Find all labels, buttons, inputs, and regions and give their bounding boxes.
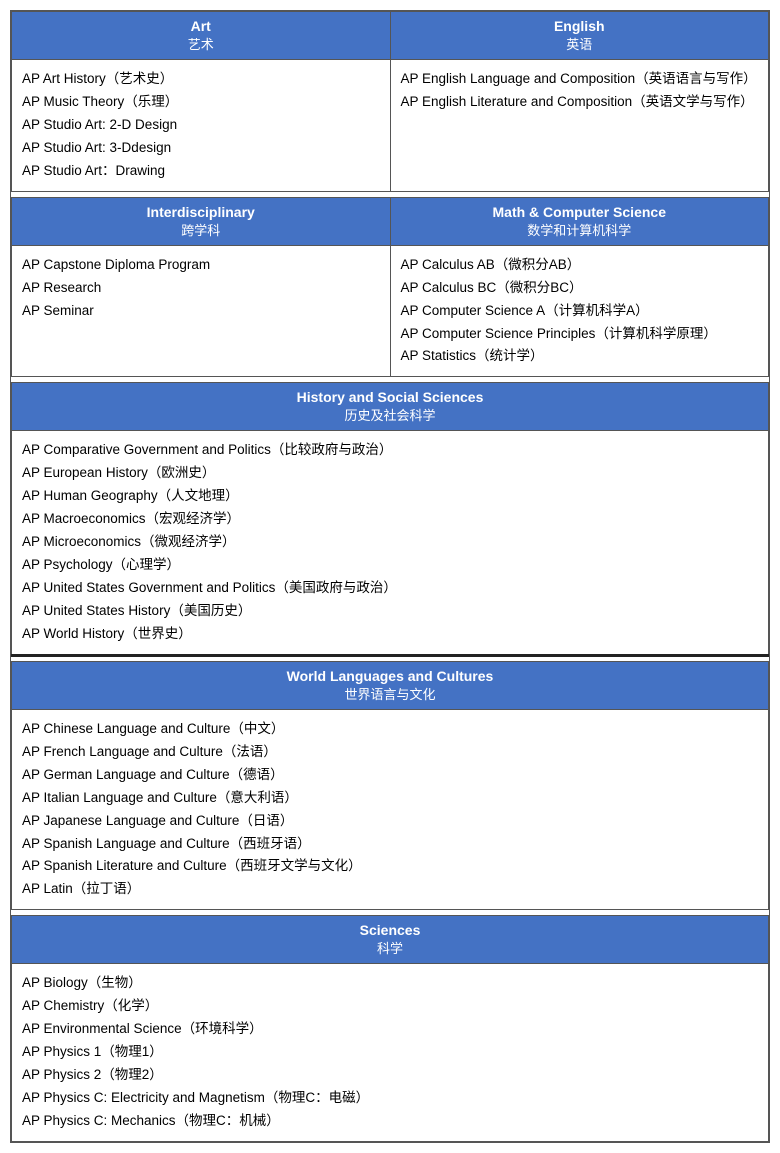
content-history: AP Comparative Government and Politics（比… xyxy=(12,431,769,655)
list-item: AP Spanish Language and Culture（西班牙语） xyxy=(22,833,758,856)
list-item: AP Physics 1（物理1） xyxy=(22,1041,758,1064)
math-cs-header-zh: 数学和计算机科学 xyxy=(399,220,761,239)
list-item: AP Music Theory（乐理） xyxy=(22,91,380,114)
english-header-en: English xyxy=(399,18,761,34)
art-header-zh: 艺术 xyxy=(20,34,382,53)
english-header-zh: 英语 xyxy=(399,34,761,53)
content-interdisciplinary-math: AP Capstone Diploma Program AP Research … xyxy=(12,245,769,377)
history-content: AP Comparative Government and Politics（比… xyxy=(12,431,769,655)
list-item: AP Physics 2（物理2） xyxy=(22,1064,758,1087)
list-item: AP Capstone Diploma Program xyxy=(22,254,380,277)
list-item: AP Italian Language and Culture（意大利语） xyxy=(22,787,758,810)
list-item: AP United States Government and Politics… xyxy=(22,577,758,600)
list-item: AP Chinese Language and Culture（中文） xyxy=(22,718,758,741)
list-item: AP Human Geography（人文地理） xyxy=(22,485,758,508)
list-item: AP Spanish Literature and Culture（西班牙文学与… xyxy=(22,855,758,878)
list-item: AP Computer Science Principles（计算机科学原理） xyxy=(401,323,759,346)
list-item: AP Seminar xyxy=(22,300,380,323)
interdisciplinary-header-en: Interdisciplinary xyxy=(20,204,382,220)
row-sciences-header: Sciences 科学 xyxy=(12,916,769,964)
header-math-cs: Math & Computer Science 数学和计算机科学 xyxy=(390,197,769,245)
list-item: AP Psychology（心理学） xyxy=(22,554,758,577)
content-world-languages: AP Chinese Language and Culture（中文） AP F… xyxy=(12,709,769,910)
math-cs-content: AP Calculus AB（微积分AB） AP Calculus BC（微积分… xyxy=(390,245,769,377)
row-art-english: Art 艺术 English 英语 xyxy=(12,12,769,60)
list-item: AP Microeconomics（微观经济学） xyxy=(22,531,758,554)
row-history-header: History and Social Sciences 历史及社会科学 xyxy=(12,383,769,431)
list-item: AP French Language and Culture（法语） xyxy=(22,741,758,764)
list-item: AP Art History（艺术史） xyxy=(22,68,380,91)
header-english: English 英语 xyxy=(390,12,769,60)
list-item: AP Physics C: Electricity and Magnetism（… xyxy=(22,1087,758,1110)
list-item: AP Chemistry（化学） xyxy=(22,995,758,1018)
content-sciences: AP Biology（生物） AP Chemistry（化学） AP Envir… xyxy=(12,964,769,1142)
header-art: Art 艺术 xyxy=(12,12,391,60)
list-item: AP Japanese Language and Culture（日语） xyxy=(22,810,758,833)
list-item: AP Comparative Government and Politics（比… xyxy=(22,439,758,462)
interdisciplinary-header-zh: 跨学科 xyxy=(20,220,382,239)
list-item: AP World History（世界史） xyxy=(22,623,758,646)
list-item: AP German Language and Culture（德语） xyxy=(22,764,758,787)
interdisciplinary-content: AP Capstone Diploma Program AP Research … xyxy=(12,245,391,377)
list-item: AP Latin（拉丁语） xyxy=(22,878,758,901)
sciences-header-zh: 科学 xyxy=(20,938,760,957)
row-interdisciplinary-math: Interdisciplinary 跨学科 Math & Computer Sc… xyxy=(12,197,769,245)
world-lang-header-en: World Languages and Cultures xyxy=(20,668,760,684)
sciences-content: AP Biology（生物） AP Chemistry（化学） AP Envir… xyxy=(12,964,769,1142)
sciences-header-en: Sciences xyxy=(20,922,760,938)
list-item: AP United States History（美国历史） xyxy=(22,600,758,623)
history-header-zh: 历史及社会科学 xyxy=(20,405,760,424)
header-interdisciplinary: Interdisciplinary 跨学科 xyxy=(12,197,391,245)
art-content: AP Art History（艺术史） AP Music Theory（乐理） … xyxy=(12,60,391,192)
list-item: AP Studio Art: 2-D Design xyxy=(22,114,380,137)
list-item: AP Biology（生物） xyxy=(22,972,758,995)
header-history: History and Social Sciences 历史及社会科学 xyxy=(12,383,769,431)
list-item: AP Statistics（统计学） xyxy=(401,345,759,368)
list-item: AP Studio Art：Drawing xyxy=(22,160,380,183)
list-item: AP Physics C: Mechanics（物理C：机械） xyxy=(22,1110,758,1133)
english-content: AP English Language and Composition（英语语言… xyxy=(390,60,769,192)
row-world-lang-header: World Languages and Cultures 世界语言与文化 xyxy=(12,661,769,709)
list-item: AP English Language and Composition（英语语言… xyxy=(401,68,759,91)
header-world-languages: World Languages and Cultures 世界语言与文化 xyxy=(12,661,769,709)
list-item: AP Environmental Science（环境科学） xyxy=(22,1018,758,1041)
world-languages-content: AP Chinese Language and Culture（中文） AP F… xyxy=(12,709,769,910)
list-item: AP English Literature and Composition（英语… xyxy=(401,91,759,114)
history-header-en: History and Social Sciences xyxy=(20,389,760,405)
list-item: AP Research xyxy=(22,277,380,300)
world-lang-header-zh: 世界语言与文化 xyxy=(20,684,760,703)
math-cs-header-en: Math & Computer Science xyxy=(399,204,761,220)
content-art-english: AP Art History（艺术史） AP Music Theory（乐理） … xyxy=(12,60,769,192)
list-item: AP Calculus BC（微积分BC） xyxy=(401,277,759,300)
list-item: AP European History（欧洲史） xyxy=(22,462,758,485)
list-item: AP Computer Science A（计算机科学A） xyxy=(401,300,759,323)
list-item: AP Studio Art: 3-Ddesign xyxy=(22,137,380,160)
list-item: AP Macroeconomics（宏观经济学） xyxy=(22,508,758,531)
header-sciences: Sciences 科学 xyxy=(12,916,769,964)
art-header-en: Art xyxy=(20,18,382,34)
list-item: AP Calculus AB（微积分AB） xyxy=(401,254,759,277)
